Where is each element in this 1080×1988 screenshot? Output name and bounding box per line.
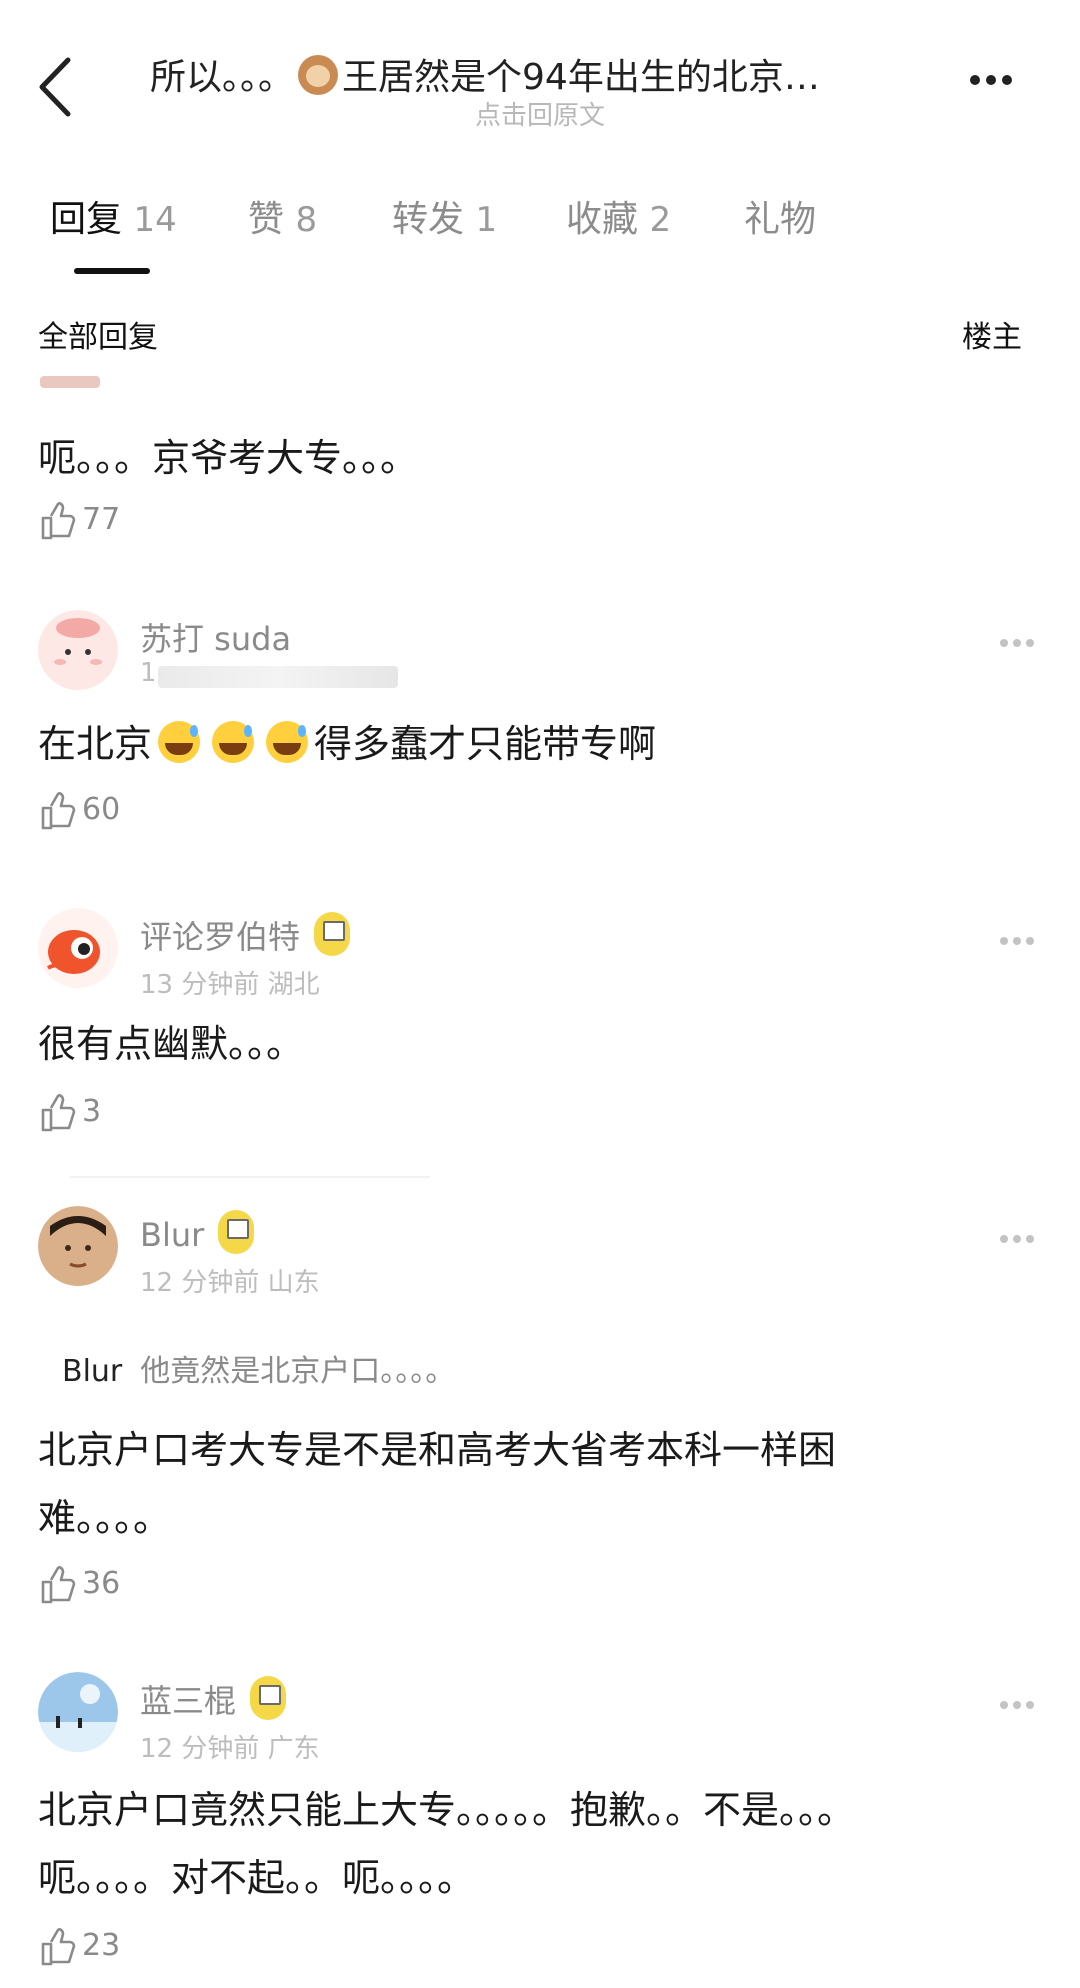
active-tab-indicator — [74, 268, 150, 274]
comment-more-icon[interactable] — [1000, 930, 1040, 945]
back-to-original-link[interactable]: 点击回原文 — [0, 95, 1080, 132]
blurred-meta — [158, 666, 398, 688]
like-count: 23 — [82, 1928, 121, 1963]
quoted-reply[interactable]: Blur 他竟然是北京户口。。。。 — [62, 1346, 455, 1390]
comment-text: 呃。。。京爷考大专。。。 — [38, 436, 419, 480]
tamagotchi-badge-icon — [314, 912, 351, 956]
tab-count: 14 — [133, 200, 177, 240]
like-count: 36 — [82, 1566, 121, 1601]
top-bar: 所以。。。 王居然是个94年出生的北京… 点击回原文 — [0, 0, 1080, 140]
comment-more-icon[interactable] — [1000, 1228, 1040, 1243]
username[interactable]: Blur — [140, 1210, 255, 1254]
comment-text-end: 得多蠢才只能带专啊 — [314, 722, 657, 766]
all-replies-label[interactable]: 全部回复 — [38, 312, 158, 356]
post-title: 所以。。。 王居然是个94年出生的北京… — [150, 48, 930, 100]
sweat-smile-emoji-icon — [266, 721, 309, 763]
tab-bar: 回复 14 赞 8 转发 1 收藏 2 礼物 — [0, 190, 1080, 280]
tamagotchi-badge-icon — [218, 1210, 255, 1254]
avatar-fragment — [40, 376, 100, 388]
monkey-emoji-icon — [298, 55, 339, 95]
like-count: 77 — [82, 502, 121, 537]
thumbs-up-icon — [41, 792, 76, 830]
username-text: Blur — [140, 1216, 205, 1254]
tab-replies[interactable]: 回复 14 — [50, 190, 177, 242]
username-text: 蓝三棍 — [140, 1682, 237, 1720]
comment-text: 北京户口考大专是不是和高考大省考本科一样困难。。。。 — [38, 1428, 837, 1540]
comment-text: 很有点幽默。。。 — [38, 1022, 305, 1066]
divider — [70, 1176, 430, 1178]
comment-text: 在北京 得多蠢才只能带专啊 — [38, 710, 918, 778]
tab-favorites[interactable]: 收藏 2 — [566, 190, 671, 242]
comment-meta: 12 分钟前 广东 — [140, 1734, 320, 1764]
avatar[interactable] — [38, 610, 118, 690]
like-count: 60 — [82, 792, 121, 827]
quote-username: Blur — [62, 1354, 123, 1389]
comment-text: 北京户口竟然只能上大专。。。。。抱歉。。不是。。。呃。。。。对不起。。呃。。。。 — [38, 1788, 856, 1900]
tab-label: 回复 — [50, 199, 123, 240]
avatar[interactable] — [38, 908, 118, 988]
tab-label: 转发 — [392, 199, 465, 240]
tab-label: 赞 — [248, 199, 285, 240]
sweat-smile-emoji-icon — [212, 721, 255, 763]
username-text: 评论罗伯特 — [140, 918, 301, 956]
tab-count: 1 — [475, 200, 498, 240]
comment-meta: 1 — [140, 658, 157, 688]
thumbs-up-icon — [41, 1094, 76, 1132]
username[interactable]: 蓝三棍 — [140, 1676, 287, 1722]
tab-gifts[interactable]: 礼物 — [744, 190, 816, 242]
tab-likes[interactable]: 赞 8 — [248, 190, 317, 242]
title-text-start: 所以。。。 — [150, 57, 295, 98]
tab-count: 8 — [295, 200, 318, 240]
avatar[interactable] — [38, 1206, 118, 1286]
comment-meta: 12 分钟前 山东 — [140, 1268, 320, 1298]
tab-label: 礼物 — [744, 199, 817, 240]
tamagotchi-badge-icon — [250, 1676, 287, 1720]
like-count: 3 — [82, 1094, 102, 1129]
title-text-rest: 王居然是个94年出生的北京… — [342, 57, 820, 98]
quote-text: 他竟然是北京户口。。。。 — [140, 1354, 456, 1389]
tab-label: 收藏 — [566, 199, 639, 240]
comment-text-start: 在北京 — [38, 722, 153, 766]
more-options-icon[interactable] — [970, 70, 1030, 100]
section-header: 全部回复 楼主 — [38, 312, 1042, 356]
username[interactable]: 苏打 suda — [140, 614, 291, 660]
sweat-smile-emoji-icon — [158, 721, 201, 763]
tab-reposts[interactable]: 转发 1 — [392, 190, 497, 242]
avatar[interactable] — [38, 1672, 118, 1752]
thumbs-up-icon — [41, 1566, 76, 1604]
thumbs-up-icon — [41, 1928, 76, 1966]
op-filter-button[interactable]: 楼主 — [962, 312, 1022, 356]
thumbs-up-icon — [41, 502, 76, 540]
tab-count: 2 — [649, 200, 672, 240]
comment-more-icon[interactable] — [1000, 1694, 1040, 1709]
comment-meta: 13 分钟前 湖北 — [140, 970, 320, 1000]
username[interactable]: 评论罗伯特 — [140, 912, 351, 958]
comment-more-icon[interactable] — [1000, 632, 1040, 647]
